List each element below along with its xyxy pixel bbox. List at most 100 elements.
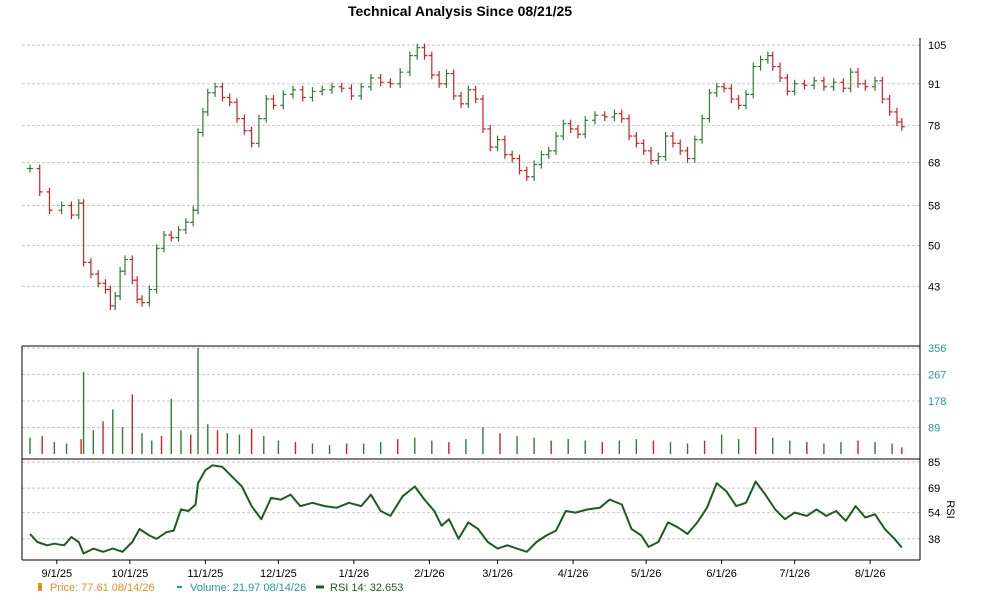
price-bar <box>168 230 175 242</box>
price-bar <box>684 146 691 163</box>
price-tick-label: 43 <box>928 281 940 293</box>
price-bar <box>309 87 316 102</box>
price-bar <box>226 93 233 107</box>
volume-bars <box>29 348 903 454</box>
price-bar <box>121 255 128 276</box>
price-bar <box>735 95 742 110</box>
price-bar <box>601 111 608 121</box>
price-bar <box>414 43 421 60</box>
price-bar <box>319 85 326 96</box>
price-bar <box>777 62 784 82</box>
technical-analysis-chart: Technical Analysis Since 08/21/25 43 50 58… <box>0 0 1000 600</box>
price-bar <box>428 51 435 80</box>
price-bar <box>553 132 560 155</box>
price-bar <box>27 164 33 173</box>
x-tick-label: 6/1/26 <box>706 568 737 580</box>
price-bar <box>87 258 94 279</box>
price-bar <box>387 78 394 88</box>
price-bar <box>58 201 65 215</box>
rsi-line <box>29 464 903 555</box>
price-bar <box>479 95 486 134</box>
price-bar <box>450 69 457 101</box>
price-bar <box>811 76 818 90</box>
price-bar <box>591 111 598 125</box>
x-tick-label: 1/1/26 <box>339 568 370 580</box>
rsi-tick-label: 54 <box>928 508 940 520</box>
price-bar <box>801 79 808 90</box>
price-bar <box>640 139 647 155</box>
legend-item: Volume: 21.97 08/14/26 <box>177 582 306 594</box>
price-bar <box>862 79 869 91</box>
price-bar <box>501 135 508 159</box>
price-bar <box>764 51 771 64</box>
legend-item: RSI 14: 32.653 <box>316 582 403 594</box>
panel-frames <box>21 38 921 561</box>
price-tick-label: 50 <box>928 241 940 253</box>
x-tick-label: 9/1/25 <box>41 568 72 580</box>
price-tick-label: 78 <box>928 120 940 132</box>
price-bar <box>509 150 516 163</box>
price-bar <box>248 126 255 148</box>
price-bar <box>95 270 102 288</box>
price-bar <box>377 73 384 87</box>
price-bar <box>545 146 552 159</box>
price-bar <box>523 166 530 181</box>
rsi-tick-label: 69 <box>928 483 940 495</box>
price-bar <box>611 109 618 121</box>
price-tick-label: 105 <box>928 40 946 52</box>
rsi-line-group <box>29 464 903 555</box>
legend-label: Volume: 21.97 08/14/26 <box>190 582 306 594</box>
price-bar <box>465 85 472 108</box>
price-bar <box>560 119 567 141</box>
price-bar <box>68 201 75 220</box>
price-bar <box>791 79 798 96</box>
price-bar <box>117 267 124 301</box>
price-bar <box>854 68 861 88</box>
price-bar <box>728 84 735 104</box>
chart-legend: Price: 77.61 08/14/26 Volume: 21.97 08/14… <box>38 582 403 594</box>
price-bar <box>669 132 676 148</box>
price-bar <box>742 90 749 110</box>
rsi-tick-label: 38 <box>928 534 940 546</box>
price-bar <box>582 116 589 139</box>
price-bar <box>219 82 226 102</box>
price-bar <box>436 70 443 88</box>
price-bar <box>713 82 720 97</box>
price-bar <box>443 69 450 88</box>
price-bar <box>290 85 297 99</box>
price-bar <box>458 91 465 108</box>
rsi-axis-label: RSI <box>944 500 956 518</box>
x-tick-label: 4/1/26 <box>558 568 589 580</box>
price-bar <box>757 55 764 71</box>
price-bar <box>893 107 900 127</box>
price-bar <box>699 114 706 144</box>
price-bar <box>397 68 404 88</box>
price-bar <box>406 51 413 77</box>
x-tick-label: 5/1/26 <box>631 568 662 580</box>
price-bar <box>769 51 776 71</box>
price-bar <box>830 78 837 91</box>
price-bar <box>879 76 886 104</box>
price-bar <box>212 82 219 97</box>
price-tick-label: 58 <box>928 200 940 212</box>
price-bar <box>263 95 270 123</box>
price-bar <box>348 84 355 101</box>
price-bar <box>721 82 728 93</box>
x-tick-label: 10/1/25 <box>111 568 148 580</box>
price-bar <box>421 43 428 60</box>
price-bar <box>146 285 153 307</box>
price-bar <box>516 154 523 175</box>
x-tick-label: 2/1/26 <box>414 568 445 580</box>
price-bar <box>750 62 757 99</box>
price-bar <box>677 139 684 155</box>
price-bar <box>494 135 501 152</box>
price-bar <box>847 68 854 93</box>
price-bar <box>112 291 119 310</box>
price-bar <box>139 295 146 307</box>
rsi-tick-label: 85 <box>928 457 940 469</box>
price-tick-label: 91 <box>928 79 940 91</box>
price-bar <box>706 88 713 123</box>
price-bar <box>626 114 633 141</box>
volume-tick-label: 178 <box>928 396 946 408</box>
price-bar <box>655 152 662 165</box>
